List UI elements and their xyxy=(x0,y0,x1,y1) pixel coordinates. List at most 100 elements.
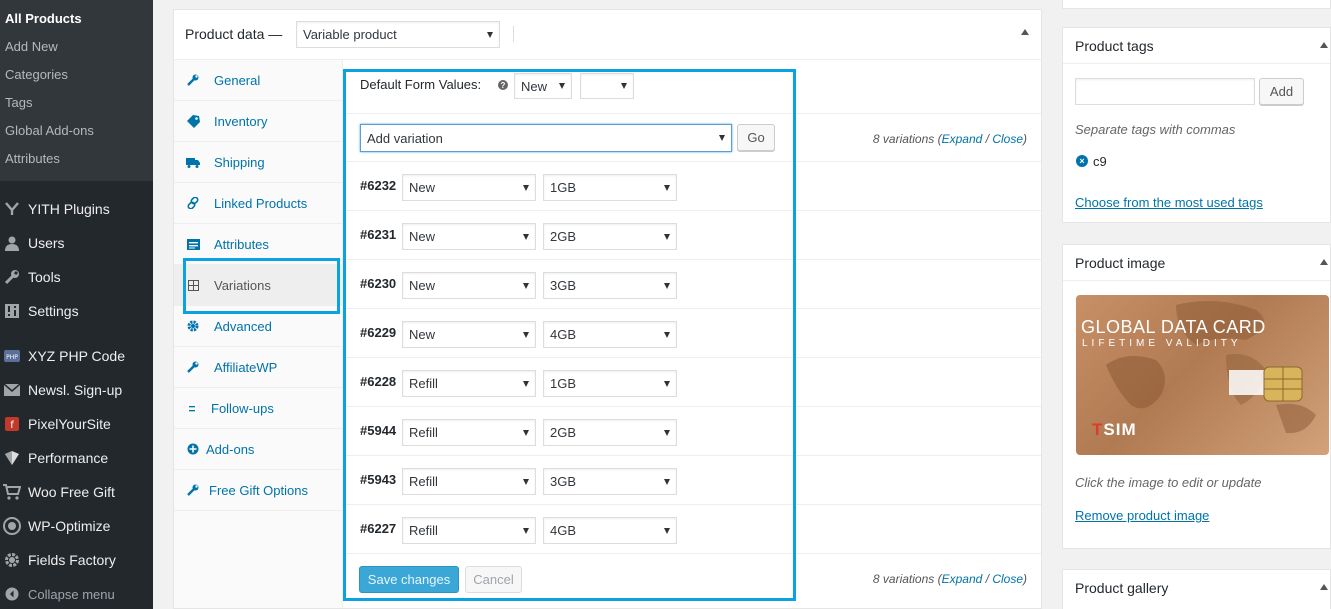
product-data-title: Product data — xyxy=(185,26,283,42)
chevron-down-icon xyxy=(523,184,529,191)
menu-pixelyoursite[interactable]: f PixelYourSite xyxy=(0,409,153,439)
variation-type-select[interactable]: New xyxy=(402,321,536,348)
save-changes-button[interactable]: Save changes xyxy=(359,566,459,593)
product-image-header: Product image xyxy=(1063,245,1330,281)
variation-id: #5944 xyxy=(360,423,397,438)
toggle-panel-icon[interactable] xyxy=(1320,42,1328,48)
tab-add-ons[interactable]: Add-ons xyxy=(174,429,343,470)
chevron-down-icon xyxy=(664,429,670,436)
submenu-add-new[interactable]: Add New xyxy=(5,39,58,55)
tab-label: AffiliateWP xyxy=(214,360,278,375)
tab-free-gift-options[interactable]: Free Gift Options xyxy=(174,470,343,511)
menu-wp-optimize[interactable]: WP-Optimize xyxy=(0,511,153,541)
most-used-tags-link[interactable]: Choose from the most used tags xyxy=(1075,195,1263,210)
variation-size-select[interactable]: 3GB xyxy=(543,272,677,299)
go-button[interactable]: Go xyxy=(737,124,775,151)
menu-xyz-php-code[interactable]: PHP XYZ PHP Code xyxy=(0,341,153,371)
variation-size-value: 3GB xyxy=(550,278,577,293)
submenu-attributes[interactable]: Attributes xyxy=(5,151,60,167)
variation-type-select[interactable]: Refill xyxy=(402,468,536,495)
close-paren: ) xyxy=(1023,132,1027,146)
menu-woo-free-gift[interactable]: Woo Free Gift xyxy=(0,477,153,507)
card-subtitle: LIFETIME VALIDITY xyxy=(1082,338,1242,349)
tab-inventory[interactable]: Inventory xyxy=(174,101,343,142)
tab-variations[interactable]: Variations xyxy=(174,265,343,306)
variation-size-select[interactable]: 2GB xyxy=(543,419,677,446)
variation-id: #6227 xyxy=(360,521,397,536)
toggle-panel-icon[interactable] xyxy=(1320,584,1328,590)
tab-label: Inventory xyxy=(214,114,268,129)
menu-performance[interactable]: Performance xyxy=(0,443,153,473)
close-link[interactable]: Close xyxy=(992,572,1023,586)
remove-tag-icon[interactable]: × xyxy=(1076,155,1088,167)
mail-icon xyxy=(0,384,25,396)
tools-icon xyxy=(0,269,25,285)
chevron-down-icon xyxy=(487,31,493,38)
tab-advanced[interactable]: Advanced xyxy=(174,306,343,347)
menu-label: Settings xyxy=(28,303,79,319)
chevron-down-icon xyxy=(523,331,529,338)
close-link[interactable]: Close xyxy=(992,132,1023,146)
tab-affiliatewp[interactable]: AffiliateWP xyxy=(174,347,343,388)
slash: / xyxy=(982,572,993,586)
variation-size-select[interactable]: 4GB xyxy=(543,321,677,348)
variation-type-select[interactable]: Refill xyxy=(402,517,536,544)
toggle-panel-icon[interactable] xyxy=(1320,259,1328,265)
add-variation-select[interactable]: Add variation xyxy=(360,124,732,152)
close-paren: ) xyxy=(1023,572,1027,586)
collapse-menu-button[interactable]: Collapse menu xyxy=(0,579,153,609)
variation-type-select[interactable]: Refill xyxy=(402,370,536,397)
variation-type-select[interactable]: New xyxy=(402,174,536,201)
variation-size-select[interactable]: 1GB xyxy=(543,370,677,397)
variation-type-select[interactable]: Refill xyxy=(402,419,536,446)
chevron-down-icon xyxy=(719,135,725,141)
menu-users[interactable]: Users xyxy=(0,228,153,258)
products-submenu: All Products Add New Categories Tags Glo… xyxy=(0,0,153,181)
menu-yith-plugins[interactable]: YITH Plugins xyxy=(0,194,153,224)
submenu-all-products[interactable]: All Products xyxy=(5,11,82,27)
variation-type-select[interactable]: New xyxy=(402,223,536,250)
help-icon[interactable]: ? xyxy=(498,80,508,90)
product-image-thumbnail[interactable]: GLOBAL DATA CARD LIFETIME VALIDITY TSIM xyxy=(1076,295,1329,455)
variation-size-select[interactable]: 3GB xyxy=(543,468,677,495)
remove-product-image-link[interactable]: Remove product image xyxy=(1075,508,1209,523)
variation-size-select[interactable]: 2GB xyxy=(543,223,677,250)
variation-size-select[interactable]: 4GB xyxy=(543,517,677,544)
slash: / xyxy=(982,132,993,146)
submenu-categories[interactable]: Categories xyxy=(5,67,68,83)
default-type-select[interactable]: New xyxy=(514,73,572,99)
default-type-value: New xyxy=(521,78,548,94)
variation-type-value: Refill xyxy=(409,425,438,440)
chevron-down-icon xyxy=(664,282,670,289)
submenu-tags[interactable]: Tags xyxy=(5,95,32,111)
pixelyoursite-icon: f xyxy=(0,417,25,431)
menu-tools[interactable]: Tools xyxy=(0,262,153,292)
yith-icon xyxy=(0,202,25,216)
variation-type-select[interactable]: New xyxy=(402,272,536,299)
tab-shipping[interactable]: Shipping xyxy=(174,142,343,183)
tab-linked-products[interactable]: Linked Products xyxy=(174,183,343,224)
variation-id: #6230 xyxy=(360,276,397,291)
variation-size-select[interactable]: 1GB xyxy=(543,174,677,201)
menu-fields-factory[interactable]: Fields Factory xyxy=(0,545,153,575)
expand-link[interactable]: Expand xyxy=(942,132,983,146)
add-tag-button[interactable]: Add xyxy=(1259,78,1304,105)
cart-icon xyxy=(0,484,25,500)
product-type-select[interactable]: Variable product xyxy=(296,21,500,48)
tab-attributes[interactable]: Attributes xyxy=(174,224,343,265)
menu-newsl-sign-up[interactable]: Newsl. Sign-up xyxy=(0,375,153,405)
toggle-panel-icon[interactable] xyxy=(1021,29,1029,35)
default-size-select[interactable] xyxy=(580,73,634,99)
variation-type-value: New xyxy=(409,180,436,195)
tab-general[interactable]: General xyxy=(174,60,343,101)
chevron-down-icon xyxy=(664,380,670,387)
submenu-global-add-ons[interactable]: Global Add-ons xyxy=(5,123,94,139)
menu-settings[interactable]: Settings xyxy=(0,296,153,326)
settings-icon xyxy=(0,303,25,319)
tab-follow-ups[interactable]: Follow-ups xyxy=(174,388,343,429)
chevron-down-icon xyxy=(523,282,529,289)
tab-label: Variations xyxy=(214,278,271,293)
new-tag-input[interactable] xyxy=(1075,78,1255,105)
expand-link[interactable]: Expand xyxy=(942,572,983,586)
product-tags-title: Product tags xyxy=(1075,38,1154,54)
